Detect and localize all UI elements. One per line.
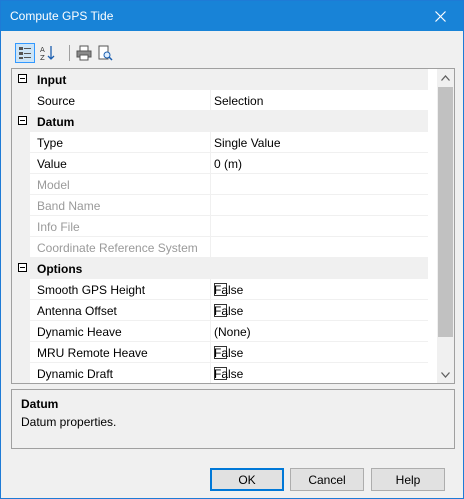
close-icon[interactable] [417,1,463,31]
scroll-down-icon[interactable] [437,366,454,383]
property-value[interactable]: Single Value [214,136,281,150]
print-preview-icon[interactable] [95,43,115,63]
scrollbar-thumb[interactable] [438,87,453,337]
property-name: Type [37,136,64,150]
property-row-smooth-gps-height[interactable]: Smooth GPS Height False [12,279,428,300]
property-name: Smooth GPS Height [37,283,146,297]
property-grid-toolbar: A Z [11,41,211,65]
categorized-icon[interactable] [15,43,35,63]
toolbar-separator [69,45,70,61]
property-row-band-name: Band Name [12,195,428,216]
category-options[interactable]: Options [12,258,428,279]
print-icon[interactable] [74,43,94,63]
property-value: False [214,283,244,297]
property-name: Dynamic Draft [37,367,114,381]
property-name: Source [37,94,76,108]
property-row-mru-remote-heave[interactable]: MRU Remote Heave False [12,342,428,363]
property-row-info-file: Info File [12,216,428,237]
window-title: Compute GPS Tide [10,9,114,23]
description-panel: Datum Datum properties. [11,389,455,449]
property-row-source[interactable]: Source Selection [12,90,428,111]
property-value: False [214,304,244,318]
property-row-dynamic-heave[interactable]: Dynamic Heave (None) [12,321,428,342]
cancel-button[interactable]: Cancel [290,468,364,491]
property-value[interactable]: Selection [214,94,263,108]
scroll-up-icon[interactable] [437,69,454,86]
description-title: Datum [21,397,59,411]
property-name: Antenna Offset [37,304,117,318]
dialog-window: Compute GPS Tide A Z Input Source Select… [0,0,464,499]
property-grid: Input Source Selection Datum Type Single… [11,68,455,384]
category-input[interactable]: Input [12,69,428,90]
property-row-antenna-offset[interactable]: Antenna Offset False [12,300,428,321]
property-name: Model [37,178,70,192]
category-label: Input [37,73,67,87]
collapse-icon[interactable] [18,116,27,125]
collapse-icon[interactable] [18,263,27,272]
property-name: Coordinate Reference System [37,241,198,255]
svg-text:Z: Z [40,54,45,61]
category-datum[interactable]: Datum [12,111,428,132]
property-value[interactable]: (None) [214,325,251,339]
property-row-crs: Coordinate Reference System [12,237,428,258]
category-label: Datum [37,115,75,129]
collapse-icon[interactable] [18,74,27,83]
property-value: False [214,367,244,381]
property-name: Band Name [37,199,101,213]
category-label: Options [37,262,83,276]
help-button[interactable]: Help [371,468,445,491]
property-name: Dynamic Heave [37,325,122,339]
property-value[interactable]: 0 (m) [214,157,242,171]
property-name: Info File [37,220,80,234]
property-value: False [214,346,244,360]
title-bar: Compute GPS Tide [1,1,463,31]
alphabetical-sort-icon[interactable]: A Z [38,43,58,63]
ok-button[interactable]: OK [210,468,284,491]
property-name: Value [37,157,67,171]
property-row-value[interactable]: Value 0 (m) [12,153,428,174]
property-row-model: Model [12,174,428,195]
vertical-scrollbar[interactable] [437,69,454,383]
description-text: Datum properties. [21,415,117,429]
property-name: MRU Remote Heave [37,346,148,360]
svg-text:A: A [40,46,45,54]
property-row-dynamic-draft[interactable]: Dynamic Draft False [12,363,428,383]
property-row-type[interactable]: Type Single Value [12,132,428,153]
